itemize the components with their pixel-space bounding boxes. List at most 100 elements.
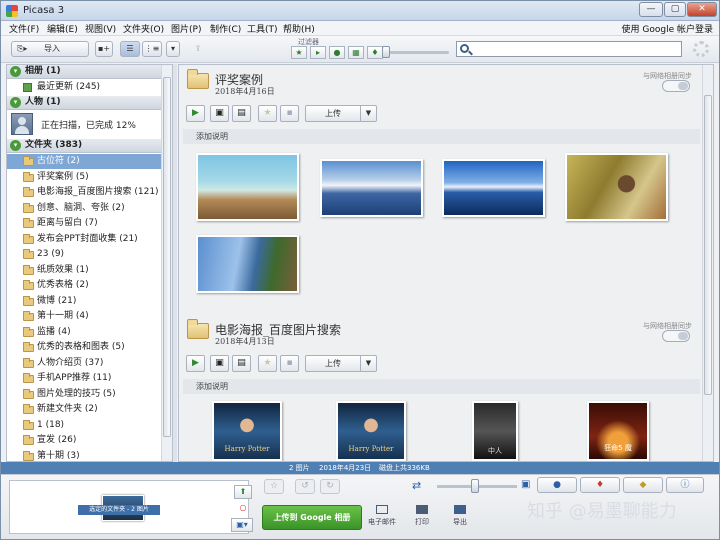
star-album-button[interactable]: ★: [258, 355, 277, 372]
folder-item[interactable]: 优秀表格 (2): [7, 278, 161, 293]
rotate-right-button[interactable]: ↻: [320, 479, 340, 494]
main-scrollbar[interactable]: [702, 65, 713, 461]
minimize-button[interactable]: —: [639, 2, 663, 17]
folder-item[interactable]: 优秀的表格和图表 (5): [7, 340, 161, 355]
photo-thumbnail[interactable]: [565, 153, 668, 221]
people-view-button[interactable]: ●: [537, 477, 577, 493]
export-button[interactable]: 导出: [443, 505, 477, 531]
print-button[interactable]: 打印: [405, 505, 439, 531]
maximize-button[interactable]: ▢: [664, 2, 686, 17]
rotate-left-button[interactable]: ↺: [295, 479, 315, 494]
save-album-button[interactable]: ▪: [280, 105, 299, 122]
import-button[interactable]: ⎘▸ 导入: [11, 41, 89, 57]
folder-item[interactable]: 纸质效果 (1): [7, 263, 161, 278]
menu-tools[interactable]: 工具(T): [247, 22, 278, 35]
clear-tray-button[interactable]: ○: [234, 501, 252, 515]
toolbar: ⎘▸ 导入 ▪+ ☰ ⋮≡ ▾ ⇪ 过滤器 ★ ▸ ● ▦ ♦: [1, 36, 719, 63]
email-button[interactable]: 电子邮件: [365, 505, 399, 531]
menu-file[interactable]: 文件(F): [9, 22, 39, 35]
filter-date-slider-knob[interactable]: [382, 46, 390, 58]
edit-star-button[interactable]: ☆: [264, 479, 284, 494]
slideshow-button[interactable]: ▶: [186, 105, 205, 122]
folder-item[interactable]: 人物介绍页 (37): [7, 356, 161, 371]
folder-item[interactable]: 23 (9): [7, 247, 161, 262]
main-scrollbar-thumb[interactable]: [704, 95, 712, 395]
folder-item[interactable]: 1 (18): [7, 418, 161, 433]
places-view-button[interactable]: ♦: [580, 477, 620, 493]
slideshow-button[interactable]: ▶: [186, 355, 205, 372]
menu-help[interactable]: 帮助(H): [283, 22, 315, 35]
albums-section-header[interactable]: ▾ 相册 (1): [7, 65, 161, 79]
folder-item[interactable]: 距离与留白 (7): [7, 216, 161, 231]
movie-button[interactable]: ▤: [232, 105, 251, 122]
thumbnail-size-slider-knob[interactable]: [471, 479, 479, 493]
poster-thumbnail[interactable]: Harry Potter: [212, 401, 282, 461]
album-upload-button[interactable]: 上传 ▼: [305, 355, 377, 372]
photo-thumbnail[interactable]: [320, 159, 423, 217]
folder-item[interactable]: 电影海报_百度图片搜索 (121): [7, 185, 161, 200]
close-button[interactable]: ✕: [687, 2, 717, 17]
menu-folder[interactable]: 文件夹(O): [123, 22, 164, 35]
list-view-button[interactable]: ☰: [120, 41, 140, 57]
folder-item[interactable]: 创意、脑洞、夸张 (2): [7, 201, 161, 216]
tags-view-button[interactable]: ◆: [623, 477, 663, 493]
folder-item[interactable]: 宣发 (26): [7, 433, 161, 448]
tree-view-button[interactable]: ⋮≡: [142, 41, 162, 57]
filter-starred-button[interactable]: ★: [291, 46, 307, 59]
photo-thumbnail[interactable]: [196, 235, 299, 293]
collage-button[interactable]: ▣: [210, 355, 229, 372]
folder-item[interactable]: 手机APP推荐 (11): [7, 371, 161, 386]
movie-button[interactable]: ▤: [232, 355, 251, 372]
filter-video-button[interactable]: ▸: [310, 46, 326, 59]
sidebar-item-recent-updates[interactable]: 最近更新 (245): [7, 80, 161, 95]
album-caption-field[interactable]: 添加说明: [183, 379, 700, 394]
folder-item[interactable]: 新建文件夹 (2): [7, 402, 161, 417]
folder-item[interactable]: 评奖案例 (5): [7, 170, 161, 185]
folder-item[interactable]: 图片处理的技巧 (5): [7, 387, 161, 402]
folder-item[interactable]: 古位符 (2): [7, 154, 161, 169]
star-album-button[interactable]: ★: [258, 105, 277, 122]
people-section-header[interactable]: ▾ 人物 (1): [7, 96, 161, 110]
sidebar-scrollbar[interactable]: [161, 65, 172, 461]
menu-edit[interactable]: 编辑(E): [47, 22, 78, 35]
search-input[interactable]: [473, 43, 678, 55]
folder-item[interactable]: 发布会PPT封面收集 (21): [7, 232, 161, 247]
sync-toggle[interactable]: [662, 330, 690, 342]
sync-toggle[interactable]: [662, 80, 690, 92]
album-add-button[interactable]: ▪+: [95, 41, 113, 57]
view-dropdown-button[interactable]: ▾: [166, 41, 180, 57]
filter-people-button[interactable]: ●: [329, 46, 345, 59]
add-to-album-button[interactable]: ▣▾: [231, 518, 253, 532]
filter-uploaded-button[interactable]: ▦: [348, 46, 364, 59]
filter-date-slider-track[interactable]: [385, 51, 449, 54]
hold-button[interactable]: ⬆: [234, 485, 252, 499]
search-box[interactable]: [456, 41, 682, 57]
collage-button[interactable]: ▣: [210, 105, 229, 122]
folder-icon: [23, 342, 34, 352]
folder-item[interactable]: 第十期 (3): [7, 449, 161, 462]
photo-thumbnail[interactable]: [196, 153, 299, 221]
album-upload-button[interactable]: 上传 ▼: [305, 105, 377, 122]
share-disabled-button[interactable]: ⇪: [187, 41, 209, 57]
folders-section-header[interactable]: ▾ 文件夹 (383): [7, 139, 161, 153]
menu-picture[interactable]: 图片(P): [171, 22, 201, 35]
poster-thumbnail[interactable]: 狂命5 魔: [587, 401, 649, 461]
menu-create[interactable]: 制作(C): [210, 22, 241, 35]
folder-item[interactable]: 监播 (4): [7, 325, 161, 340]
sidebar-scrollbar-thumb[interactable]: [163, 77, 171, 437]
poster-thumbnail[interactable]: Harry Potter: [336, 401, 406, 461]
people-scan-row[interactable]: 正在扫描，已完成 12%: [7, 111, 161, 137]
menu-view[interactable]: 视图(V): [85, 22, 116, 35]
save-album-button[interactable]: ▪: [280, 355, 299, 372]
google-account-link[interactable]: 使用 Google 帐户登录: [622, 22, 713, 35]
folder-item[interactable]: 第十一期 (4): [7, 309, 161, 324]
poster-thumbnail[interactable]: 中人: [472, 401, 518, 461]
tray-selection-area[interactable]: 选定的文件夹 - 2 图片 ⬆ ○ ▣▾: [9, 480, 253, 534]
info-view-button[interactable]: ⓘ: [666, 477, 704, 493]
upload-to-google-button[interactable]: 上传到 Google 相册: [262, 505, 362, 530]
photo-thumbnail[interactable]: [442, 159, 545, 217]
folder-item[interactable]: 微博 (21): [7, 294, 161, 309]
filter-geotag-button[interactable]: ♦: [367, 46, 383, 59]
pane-splitter[interactable]: [173, 64, 177, 462]
album-caption-field[interactable]: 添加说明: [183, 129, 700, 144]
